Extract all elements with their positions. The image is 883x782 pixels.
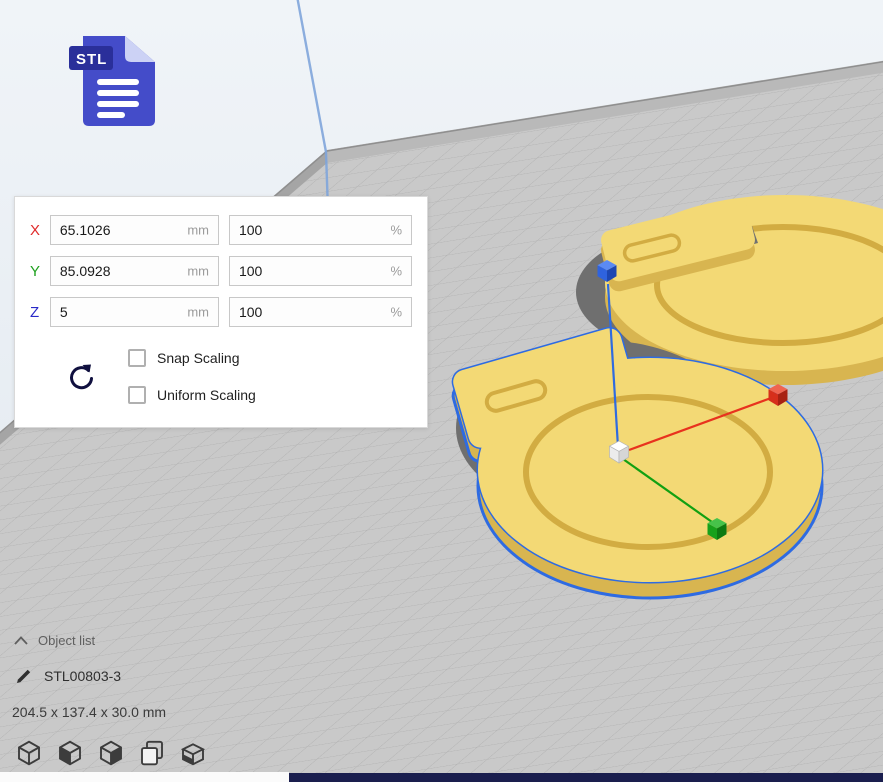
scale-panel-options: Snap Scaling Uniform Scaling bbox=[30, 338, 412, 426]
unit-percent-label: % bbox=[390, 223, 402, 238]
axis-label-z: Z bbox=[30, 304, 50, 321]
cura-window: STL X mm % Y mm bbox=[0, 0, 883, 782]
cube-right-shaded-button[interactable] bbox=[96, 738, 126, 768]
stl-label: STL bbox=[76, 51, 107, 68]
object-list-item[interactable]: STL00803-3 bbox=[16, 668, 121, 684]
unit-percent-label: % bbox=[390, 264, 402, 279]
scale-z-percent-input[interactable] bbox=[230, 298, 411, 326]
scale-y-percent-field: % bbox=[229, 256, 412, 286]
axis-label-x: X bbox=[30, 222, 50, 239]
scale-row-z: Z mm % bbox=[30, 297, 412, 327]
cube-outline-icon bbox=[14, 738, 44, 768]
snap-scaling-row: Snap Scaling bbox=[128, 347, 240, 369]
cube-left-shaded-icon bbox=[55, 738, 85, 768]
taskbar-strip[interactable] bbox=[289, 773, 883, 782]
scale-y-mm-field: mm bbox=[50, 256, 219, 286]
scale-row-x: X mm % bbox=[30, 215, 412, 245]
scale-row-y: Y mm % bbox=[30, 256, 412, 286]
scale-x-percent-field: % bbox=[229, 215, 412, 245]
flat-box-icon bbox=[178, 738, 208, 768]
flatten-button[interactable] bbox=[178, 738, 208, 768]
scale-x-mm-field: mm bbox=[50, 215, 219, 245]
object-view-toolbar bbox=[14, 738, 208, 768]
cube-outline-button[interactable] bbox=[14, 738, 44, 768]
reset-icon bbox=[66, 363, 94, 391]
reset-scale-button[interactable] bbox=[64, 362, 96, 394]
duplicate-button[interactable] bbox=[137, 738, 167, 768]
duplicate-pages-icon bbox=[137, 738, 167, 768]
stl-document-icon: STL bbox=[67, 34, 157, 128]
snap-scaling-checkbox[interactable] bbox=[128, 349, 146, 367]
uniform-scaling-row: Uniform Scaling bbox=[128, 384, 256, 406]
scale-tool-panel: X mm % Y mm % Z mm bbox=[14, 196, 428, 428]
object-name: STL00803-3 bbox=[44, 668, 121, 684]
unit-percent-label: % bbox=[390, 305, 402, 320]
uniform-scaling-checkbox[interactable] bbox=[128, 386, 146, 404]
unit-mm-label: mm bbox=[187, 305, 209, 320]
axis-label-y: Y bbox=[30, 263, 50, 280]
scale-z-percent-field: % bbox=[229, 297, 412, 327]
stl-file-icon[interactable]: STL bbox=[67, 34, 157, 128]
object-list-label: Object list bbox=[38, 633, 95, 648]
bottom-strip bbox=[0, 772, 289, 782]
scale-x-percent-input[interactable] bbox=[230, 216, 411, 244]
uniform-scaling-label: Uniform Scaling bbox=[157, 387, 256, 403]
model-dimensions: 204.5 x 137.4 x 30.0 mm bbox=[12, 704, 166, 720]
snap-scaling-label: Snap Scaling bbox=[157, 350, 240, 366]
unit-mm-label: mm bbox=[187, 223, 209, 238]
cube-right-shaded-icon bbox=[96, 738, 126, 768]
edit-pencil-icon bbox=[16, 668, 32, 684]
chevron-up-icon bbox=[14, 636, 28, 645]
cube-left-shaded-button[interactable] bbox=[55, 738, 85, 768]
object-list-header[interactable]: Object list bbox=[14, 633, 95, 648]
scale-y-percent-input[interactable] bbox=[230, 257, 411, 285]
unit-mm-label: mm bbox=[187, 264, 209, 279]
scale-z-mm-field: mm bbox=[50, 297, 219, 327]
